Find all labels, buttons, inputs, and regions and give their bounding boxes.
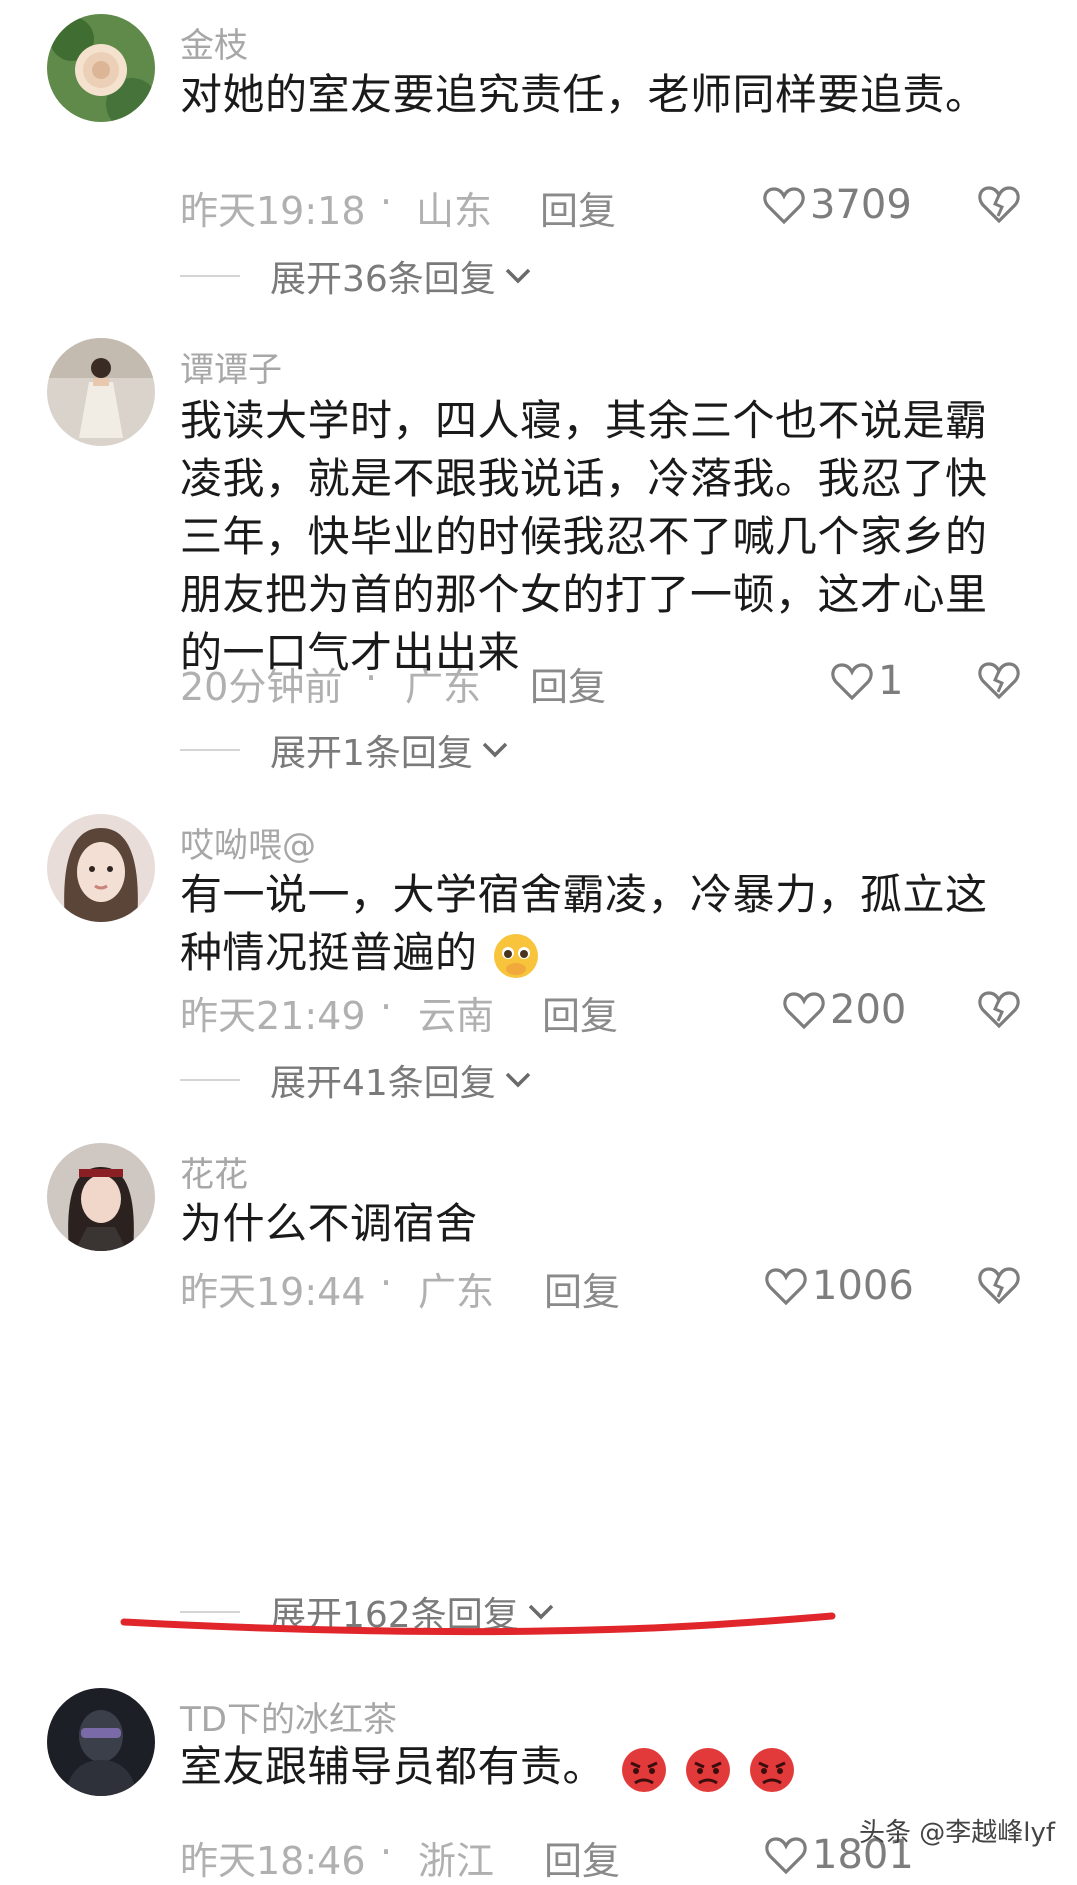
angry-face-emoji <box>685 1747 730 1792</box>
like-count: 1006 <box>812 1263 914 1309</box>
watermark: 头条 @李越峰lyf <box>858 1818 1055 1848</box>
comment-text: 对她的室友要追究责任，老师同样要追责。 <box>180 70 988 119</box>
dark-figure-avatar-image <box>47 1688 155 1796</box>
separator-dot: · <box>380 180 393 224</box>
divider-line <box>180 749 240 751</box>
heart-icon <box>783 992 825 1030</box>
comment-text-content: 室友跟辅导员都有责。 <box>180 1742 606 1791</box>
reply-button[interactable]: 回复 <box>544 1830 620 1885</box>
angry-face-emoji <box>749 1747 794 1792</box>
comment-meta: 昨天19:18 · 山东 回复 3709 <box>180 180 1077 233</box>
region: 山东 <box>416 189 493 233</box>
red-underline-annotation <box>120 1612 836 1636</box>
angry-face-emoji <box>621 1747 666 1792</box>
expand-replies-label: 展开41条回复 <box>270 1063 496 1104</box>
separator-dot: · <box>365 656 378 700</box>
timestamp: 昨天19:18 <box>180 189 366 233</box>
broken-heart-icon[interactable] <box>977 658 1021 702</box>
reply-button[interactable]: 回复 <box>530 656 606 711</box>
rose-avatar-image <box>47 14 155 122</box>
expand-replies[interactable]: 展开1条回复 <box>180 728 509 774</box>
heart-icon <box>831 663 873 701</box>
separator-dot: · <box>380 985 393 1029</box>
broken-heart-icon[interactable] <box>977 987 1021 1031</box>
divider-line <box>180 275 240 277</box>
heart-icon <box>765 1837 807 1875</box>
like-count: 3709 <box>810 182 912 228</box>
chevron-down-icon <box>482 742 508 758</box>
expand-replies-label: 展开36条回复 <box>270 259 496 300</box>
separator-dot: · <box>380 1830 393 1874</box>
comment-text: 有一说一，大学宿舍霸凌，冷暴力，孤立这种情况挺普遍的 <box>180 866 1010 982</box>
reply-button[interactable]: 回复 <box>544 1261 620 1316</box>
like-button[interactable]: 3709 <box>762 180 912 230</box>
username[interactable]: 哎呦喂@ <box>180 818 316 867</box>
chevron-down-icon <box>505 1072 531 1088</box>
timestamp: 昨天21:49 <box>180 994 366 1038</box>
avatar[interactable] <box>47 1143 155 1251</box>
broken-heart-icon[interactable] <box>977 1263 1021 1307</box>
divider-line <box>180 1079 240 1081</box>
avatar[interactable] <box>47 338 155 446</box>
like-button[interactable]: 200 <box>782 985 906 1035</box>
broken-heart-icon[interactable] <box>977 182 1021 226</box>
woman-portrait-avatar-image <box>47 1143 155 1251</box>
comment-meta: 昨天19:44 · 广东 回复 1006 <box>180 1261 1077 1314</box>
like-button[interactable]: 1 <box>830 656 903 706</box>
comment-meta: 20分钟前 · 广东 回复 1 <box>180 656 1077 709</box>
pleading-face-emoji <box>494 933 539 978</box>
avatar[interactable] <box>47 814 155 922</box>
expand-replies-label: 展开1条回复 <box>270 733 473 774</box>
region: 云南 <box>418 994 495 1038</box>
heart-icon <box>763 187 805 225</box>
timestamp: 20分钟前 <box>180 665 343 709</box>
avatar[interactable] <box>47 1688 155 1796</box>
timestamp: 昨天18:46 <box>180 1839 366 1883</box>
comment-text: 室友跟辅导员都有责。 <box>180 1738 1010 1796</box>
region: 浙江 <box>418 1839 495 1883</box>
separator-dot: · <box>380 1261 393 1305</box>
comment-meta: 昨天21:49 · 云南 回复 200 <box>180 985 1077 1038</box>
region: 广东 <box>418 1270 495 1314</box>
username[interactable]: 谭谭子 <box>180 342 282 391</box>
comment-text: 我读大学时，四人寝，其余三个也不说是霸凌我，就是不跟我说话，冷落我。我忍了快三年… <box>180 396 988 677</box>
region: 广东 <box>405 665 482 709</box>
username[interactable]: 金枝 <box>180 18 248 67</box>
comment-text: 为什么不调宿舍 <box>180 1199 478 1248</box>
avatar[interactable] <box>47 14 155 122</box>
heart-icon <box>765 1268 807 1306</box>
like-button[interactable]: 1006 <box>764 1261 914 1311</box>
expand-replies[interactable]: 展开36条回复 <box>180 254 532 300</box>
girl-dress-avatar-image <box>47 338 155 446</box>
chevron-down-icon <box>505 268 531 284</box>
username[interactable]: 花花 <box>180 1147 248 1196</box>
comment-text-content: 有一说一，大学宿舍霸凌，冷暴力，孤立这种情况挺普遍的 <box>180 870 988 977</box>
reply-button[interactable]: 回复 <box>542 985 618 1040</box>
girl-face-avatar-image <box>47 814 155 922</box>
username[interactable]: TD下的冰红茶 <box>180 1692 397 1741</box>
like-count: 1 <box>878 658 904 704</box>
like-count: 200 <box>830 987 907 1033</box>
timestamp: 昨天19:44 <box>180 1270 366 1314</box>
reply-button[interactable]: 回复 <box>540 180 616 235</box>
expand-replies[interactable]: 展开41条回复 <box>180 1058 532 1104</box>
